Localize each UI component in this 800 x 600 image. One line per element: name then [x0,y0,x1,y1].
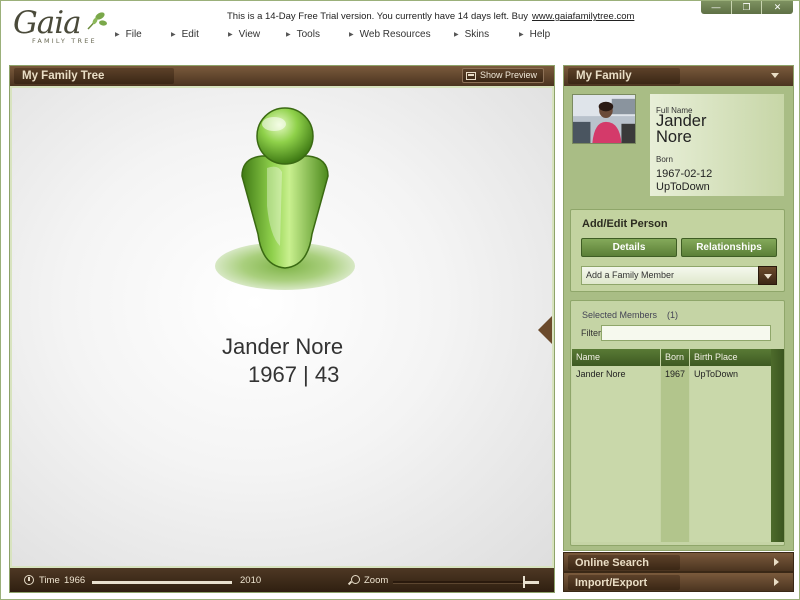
time-start: 1966 [64,575,86,586]
column-born [661,366,689,542]
person-node-icon[interactable] [212,106,358,296]
tree-title-box: My Family Tree [14,68,174,84]
full-name: Jander Nore [656,112,707,146]
trial-text: This is a 14-Day Free Trial version. You… [227,11,528,22]
person-photo[interactable] [572,94,636,144]
relationships-button[interactable]: Relationships [681,238,777,257]
column-header-born[interactable]: Born [661,349,689,366]
import-export-title-box: Import/Export [568,575,680,590]
person-name[interactable]: Jander Nore [222,334,343,360]
trial-link[interactable]: www.gaiafamilytree.com [532,11,634,22]
time-end: 2010 [240,575,262,586]
menu-arrow-icon: ▶ [454,32,459,38]
add-edit-person-box: Add/Edit Person Details Relationships Ad… [570,209,785,292]
preview-icon [465,71,476,80]
time-slider[interactable] [92,581,232,584]
close-button[interactable]: ✕ [761,1,793,14]
selected-members-count: (1) [667,310,678,320]
menu-arrow-icon: ▶ [171,32,176,38]
first-name: Jander [656,112,707,130]
person-profile: Full Name Jander Nore Born 1967-02-12 Up… [570,92,786,200]
person-years: 1967 | 43 [248,362,340,387]
filter-input[interactable] [601,325,771,341]
window-controls: — ❐ ✕ [701,1,793,14]
born-date: 1967-02-12 [656,168,713,180]
zoom-handle[interactable] [523,576,525,588]
online-search-title-box: Online Search [568,555,680,570]
menu-edit[interactable]: ▶ Edit [171,29,199,40]
add-edit-title: Add/Edit Person [582,218,668,230]
online-search-title: Online Search [575,557,649,569]
import-export-title: Import/Export [575,577,648,589]
last-name: Nore [656,128,692,146]
zoom-fill [523,581,539,584]
column-header-name[interactable]: Name [572,349,660,366]
minimize-button[interactable]: — [701,1,731,14]
chevron-down-icon[interactable] [771,73,779,78]
details-button[interactable]: Details [581,238,677,257]
maximize-button[interactable]: ❐ [731,1,761,14]
show-preview-button[interactable]: Show Preview [461,68,544,83]
members-table: Name Born Birth Place Jander Nore 1967 U… [572,349,784,545]
column-name [572,366,660,542]
menu-arrow-icon: ▶ [349,32,354,38]
time-label: Time [39,575,60,586]
table-scrollbar[interactable] [771,349,784,542]
born-info: 1967-02-12 UpToDown [656,168,712,194]
row-birth-place: UpToDown [694,369,739,379]
born-place: UpToDown [656,181,710,193]
family-panel-header[interactable]: My Family [564,66,793,86]
online-search-header[interactable]: Online Search [563,552,794,572]
dropdown-arrow-icon[interactable] [758,266,777,285]
menu-arrow-icon: ▶ [519,32,524,38]
menu-help[interactable]: ▶ Help [519,29,550,40]
dropdown-value: Add a Family Member [586,270,675,280]
import-export-header[interactable]: Import/Export [563,572,794,592]
person-info-box: Full Name Jander Nore Born 1967-02-12 Up… [650,94,784,196]
my-family-panel: My Family Full Name Jander Nore Born 196… [563,65,794,551]
selected-members-title: Selected Members [582,310,658,320]
trial-notice: This is a 14-Day Free Trial version. You… [227,11,634,22]
family-panel-title: My Family [576,70,632,82]
leaf-icon [87,12,107,30]
column-header-birth-place[interactable]: Birth Place [690,349,771,366]
row-name: Jander Nore [576,369,626,379]
filter-label: Filter [581,328,601,338]
timeline-bar: Time 1966 2010 Zoom [10,568,554,592]
zoom-slider[interactable] [393,576,539,588]
zoom-label: Zoom [364,575,389,586]
gaia-logo: Gaia FAMILY TREE [11,5,111,51]
menu-skins[interactable]: ▶ Skins [454,29,489,40]
menu-file[interactable]: ▶ File [115,29,142,40]
family-title-box: My Family [568,68,680,84]
logo-subtext: FAMILY TREE [32,37,97,45]
logo-wordmark: Gaia [13,5,82,41]
chevron-right-icon [774,558,779,566]
menu-arrow-icon: ▶ [228,32,233,38]
family-tree-panel: My Family Tree Show Preview Jander Nore … [9,65,555,593]
tree-panel-title: My Family Tree [22,70,105,82]
row-born: 1967 [665,369,686,379]
born-label: Born [656,155,673,164]
menu-arrow-icon: ▶ [286,32,291,38]
menu-arrow-icon: ▶ [115,32,120,38]
app-window: Gaia FAMILY TREE This is a 14-Day Free T… [0,0,800,600]
column-birth-place [690,366,771,542]
add-family-member-dropdown[interactable]: Add a Family Member [581,266,777,285]
menu-tools[interactable]: ▶ Tools [286,29,320,40]
clock-icon [24,575,34,585]
menu-web-resources[interactable]: ▶ Web Resources [349,29,431,40]
chevron-right-icon [774,578,779,586]
show-preview-label: Show Preview [479,70,537,80]
tree-panel-header: My Family Tree Show Preview [10,66,554,86]
menu-view[interactable]: ▶ View [228,29,260,40]
zoom-icon [351,575,360,584]
selected-members-box: Selected Members (1) Filter Name Born Bi… [570,300,785,546]
collapse-panel-arrow-icon[interactable] [538,316,552,344]
tree-canvas[interactable]: Jander Nore 1967 | 43 [12,88,552,566]
